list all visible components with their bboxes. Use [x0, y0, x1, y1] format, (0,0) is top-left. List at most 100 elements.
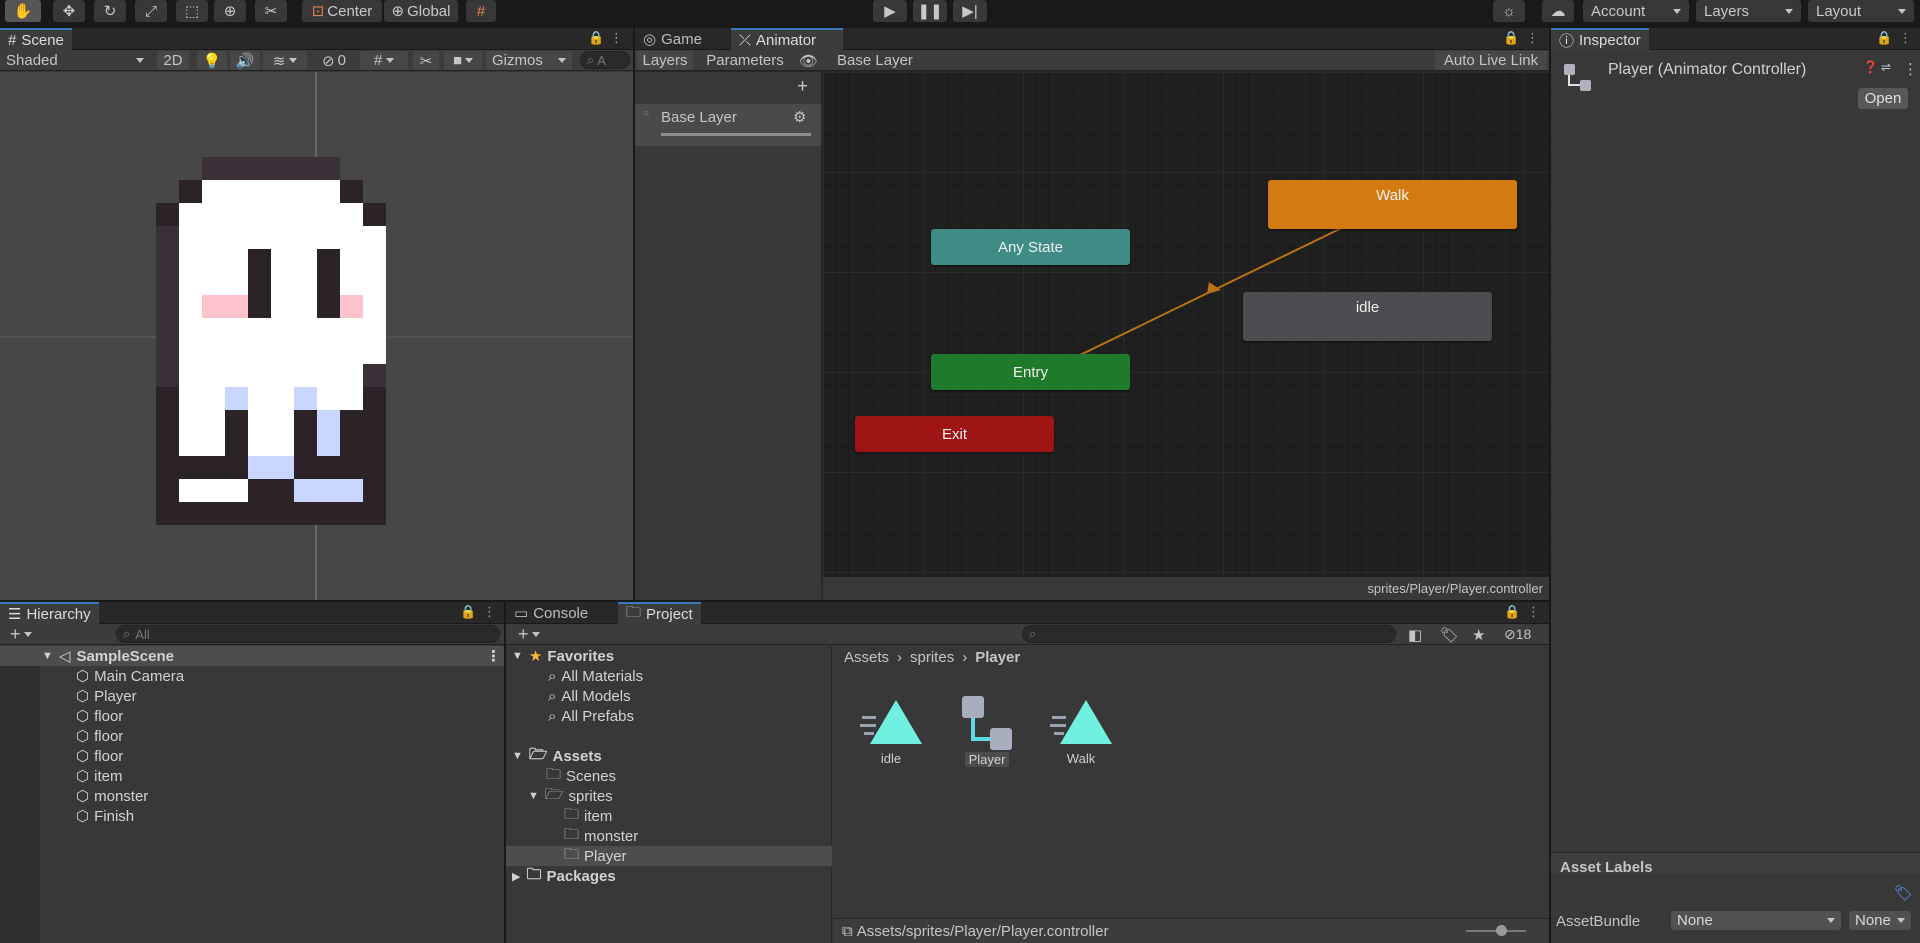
- custom-tool-button[interactable]: ✂: [255, 0, 287, 22]
- more-icon[interactable]: ⋮: [1527, 604, 1540, 620]
- tab-scene[interactable]: # Scene: [0, 28, 72, 50]
- services-button[interactable]: ☼: [1493, 0, 1525, 22]
- scale-tool-button[interactable]: ⤢: [135, 0, 167, 22]
- asset-bundle-dropdown[interactable]: None: [1671, 911, 1841, 930]
- move-tool-button[interactable]: ✥: [53, 0, 85, 22]
- pivot-center-button[interactable]: ⊡ Center: [302, 0, 382, 22]
- tab-layers[interactable]: Layers: [637, 51, 693, 70]
- breadcrumb-item[interactable]: Assets: [844, 649, 889, 666]
- tab-animator[interactable]: ⤫ Animator: [731, 28, 843, 50]
- lighting-toggle[interactable]: 💡: [197, 51, 227, 70]
- tag-icon[interactable]: 🏷: [1894, 884, 1913, 902]
- hierarchy-item[interactable]: ⬡ monster: [0, 786, 148, 806]
- cloud-button[interactable]: ☁: [1542, 0, 1574, 22]
- state-exit[interactable]: Exit: [855, 416, 1054, 452]
- breadcrumb[interactable]: Base Layer: [820, 51, 930, 70]
- tab-console[interactable]: ▭ Console: [506, 602, 596, 624]
- more-icon[interactable]: ⋮: [483, 604, 496, 620]
- create-dropdown[interactable]: +: [512, 624, 546, 644]
- chevron-down-icon[interactable]: ▼: [512, 750, 523, 762]
- chevron-down-icon[interactable]: ▼: [528, 790, 539, 802]
- hierarchy-item[interactable]: ⬡ Main Camera: [0, 666, 184, 686]
- favorite-item[interactable]: ⌕ All Materials: [506, 666, 643, 686]
- hierarchy-item[interactable]: ⬡ floor: [0, 746, 123, 766]
- play-button[interactable]: ▶: [873, 0, 907, 22]
- help-icon[interactable]: ❓: [1863, 60, 1878, 74]
- more-icon[interactable]: ⋮: [1903, 60, 1918, 78]
- account-dropdown[interactable]: Account: [1583, 0, 1689, 22]
- folder-item-selected[interactable]: 🗀 Player: [506, 846, 832, 866]
- tab-inspector[interactable]: ⓘ Inspector: [1551, 28, 1649, 50]
- preset-icon[interactable]: ⇌: [1881, 60, 1891, 74]
- lock-icon[interactable]: 🔒: [1503, 30, 1519, 46]
- transform-tool-button[interactable]: ⊕: [214, 0, 246, 22]
- scene-root-row[interactable]: ▼ ◁ SampleScene ⋮: [0, 646, 504, 666]
- lock-icon[interactable]: 🔒: [1876, 30, 1892, 46]
- tools-toggle[interactable]: ✂: [413, 51, 439, 70]
- auto-live-link-button[interactable]: Auto Live Link: [1435, 51, 1547, 70]
- create-dropdown[interactable]: +: [4, 624, 38, 644]
- open-button[interactable]: Open: [1858, 88, 1908, 109]
- chevron-down-icon[interactable]: ▼: [42, 650, 53, 662]
- hierarchy-item[interactable]: ⬡ item: [0, 766, 122, 786]
- search-by-type-icon[interactable]: ◧: [1408, 626, 1422, 644]
- tab-project[interactable]: 🗀 Project: [618, 602, 701, 624]
- asset-item[interactable]: Walk: [1046, 698, 1116, 766]
- layer-item[interactable]: = Base Layer ⚙: [635, 104, 821, 146]
- project-search-input[interactable]: ⌕: [1022, 625, 1396, 643]
- layers-dropdown[interactable]: Layers: [1696, 0, 1801, 22]
- more-icon[interactable]: ⋮: [486, 647, 501, 665]
- more-icon[interactable]: ⋮: [610, 30, 623, 46]
- hand-tool-button[interactable]: ✋: [5, 0, 41, 22]
- grid-dropdown[interactable]: #: [360, 51, 408, 70]
- more-icon[interactable]: ⋮: [1899, 30, 1912, 46]
- tab-parameters[interactable]: Parameters: [695, 51, 795, 70]
- shading-dropdown[interactable]: Shaded: [0, 51, 150, 70]
- breadcrumb-item[interactable]: Player: [975, 649, 1020, 666]
- hidden-packages-toggle[interactable]: ⊘18: [1504, 626, 1531, 643]
- camera-dropdown[interactable]: ■: [444, 51, 482, 70]
- tab-hierarchy[interactable]: ☰ Hierarchy: [0, 602, 99, 624]
- state-graph[interactable]: Walk Any State idle Entry Exit: [823, 72, 1549, 577]
- pivot-global-button[interactable]: ⊕ Global: [384, 0, 458, 22]
- favorite-item[interactable]: ⌕ All Prefabs: [506, 706, 634, 726]
- 2d-toggle[interactable]: 2D: [157, 51, 189, 70]
- hierarchy-item[interactable]: ⬡ Finish: [0, 806, 134, 826]
- gizmos-dropdown[interactable]: Gizmos: [486, 51, 572, 70]
- gear-icon[interactable]: ⚙: [793, 108, 806, 126]
- lock-icon[interactable]: 🔒: [1504, 604, 1520, 620]
- label-icon[interactable]: 🏷: [1440, 626, 1459, 644]
- hierarchy-item[interactable]: ⬡ floor: [0, 706, 123, 726]
- lock-icon[interactable]: 🔒: [588, 30, 604, 46]
- favorites-row[interactable]: ▼ ★ Favorites: [506, 646, 614, 666]
- breadcrumb-item[interactable]: sprites: [910, 649, 954, 666]
- more-icon[interactable]: ⋮: [1526, 30, 1539, 46]
- state-idle[interactable]: idle: [1243, 292, 1492, 341]
- layout-dropdown[interactable]: Layout: [1808, 0, 1914, 22]
- eye-icon[interactable]: 👁: [799, 52, 818, 70]
- scene-search-input[interactable]: ⌕ A: [580, 51, 630, 69]
- tab-game[interactable]: ◎ Game: [635, 28, 710, 50]
- folder-item[interactable]: ▼ 🗁 sprites: [506, 786, 613, 806]
- step-button[interactable]: ▶|: [953, 0, 987, 22]
- lock-icon[interactable]: 🔒: [460, 604, 476, 620]
- asset-variant-dropdown[interactable]: None: [1849, 911, 1911, 930]
- asset-item-selected[interactable]: Player: [952, 696, 1022, 767]
- hidden-objects-toggle[interactable]: ⊘ 0: [314, 51, 354, 70]
- grid-snap-button[interactable]: #: [466, 0, 496, 22]
- pause-button[interactable]: ❚❚: [913, 0, 947, 22]
- asset-item[interactable]: idle: [856, 698, 926, 766]
- chevron-right-icon[interactable]: ▶: [512, 870, 520, 883]
- scene-viewport[interactable]: [0, 72, 633, 600]
- folder-item[interactable]: 🗀 item: [506, 806, 612, 826]
- hierarchy-search-input[interactable]: ⌕ All: [116, 625, 500, 643]
- packages-row[interactable]: ▶ 🗀 Packages: [506, 866, 616, 886]
- favorite-item[interactable]: ⌕ All Models: [506, 686, 631, 706]
- hierarchy-item[interactable]: ⬡ floor: [0, 726, 123, 746]
- chevron-down-icon[interactable]: ▼: [512, 650, 523, 662]
- icon-size-slider-thumb[interactable]: [1496, 925, 1507, 936]
- star-icon[interactable]: ★: [1472, 626, 1485, 644]
- hierarchy-item[interactable]: ⬡ Player: [0, 686, 137, 706]
- rotate-tool-button[interactable]: ↻: [94, 0, 126, 22]
- state-entry[interactable]: Entry: [931, 354, 1130, 390]
